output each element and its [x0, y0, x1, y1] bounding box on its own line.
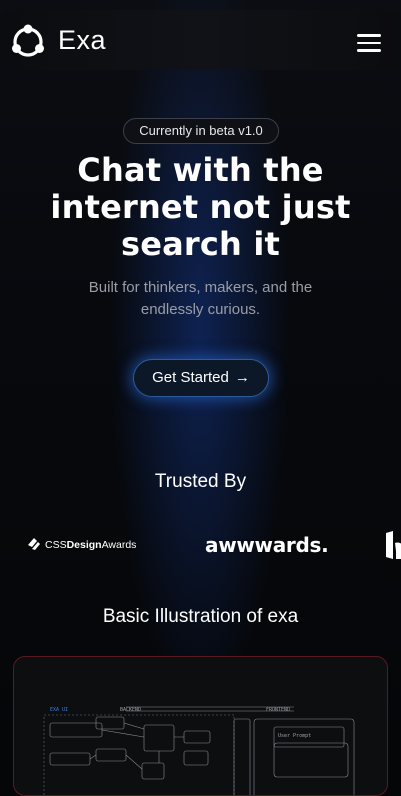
diagram-label: User Prompt	[278, 733, 311, 739]
hero-subtitle-line: endlessly curious.	[140, 301, 261, 318]
hero-title-line: search it	[120, 225, 281, 263]
beta-badge: Currently in beta v1.0	[123, 118, 279, 144]
arrow-right-icon: →	[234, 369, 250, 386]
css-design-awards-text: CSSDesignAwards	[45, 539, 137, 551]
hamburger-menu-icon[interactable]	[357, 34, 381, 52]
trusted-by-heading: Trusted By	[154, 471, 247, 492]
hero-title: Chat with the internet not just search i…	[20, 152, 381, 263]
trusted-logos-strip: CSSDesignAwards awwwards.	[0, 528, 401, 564]
top-navbar: Exa	[0, 10, 401, 70]
architecture-diagram: EXA UI BACKEND FRONTEND User Prompt	[43, 706, 355, 795]
diagram-label: EXA UI	[50, 707, 68, 713]
hero-title-line: internet not just	[50, 188, 351, 226]
exa-logo-icon[interactable]	[10, 24, 46, 60]
brand-name[interactable]: Exa	[58, 24, 106, 56]
diagram-label: FRONTEND	[266, 707, 290, 713]
illustration-heading: Basic Illustration of exa	[102, 606, 299, 627]
hero-subtitle: Built for thinkers, makers, and the endl…	[40, 277, 361, 321]
hero-title-line: Chat with the	[77, 151, 324, 189]
css-design-awards-mark-icon	[28, 538, 40, 550]
awwwards-logo: awwwards.	[205, 533, 329, 557]
hero-subtitle-line: Built for thinkers, makers, and the	[88, 279, 313, 296]
get-started-button[interactable]: Get Started →	[133, 359, 269, 397]
illustration-card: EXA UI BACKEND FRONTEND User Prompt	[13, 656, 388, 796]
get-started-label: Get Started	[152, 369, 229, 386]
partner-logo-icon	[386, 531, 401, 559]
diagram-label: BACKEND	[120, 707, 141, 713]
